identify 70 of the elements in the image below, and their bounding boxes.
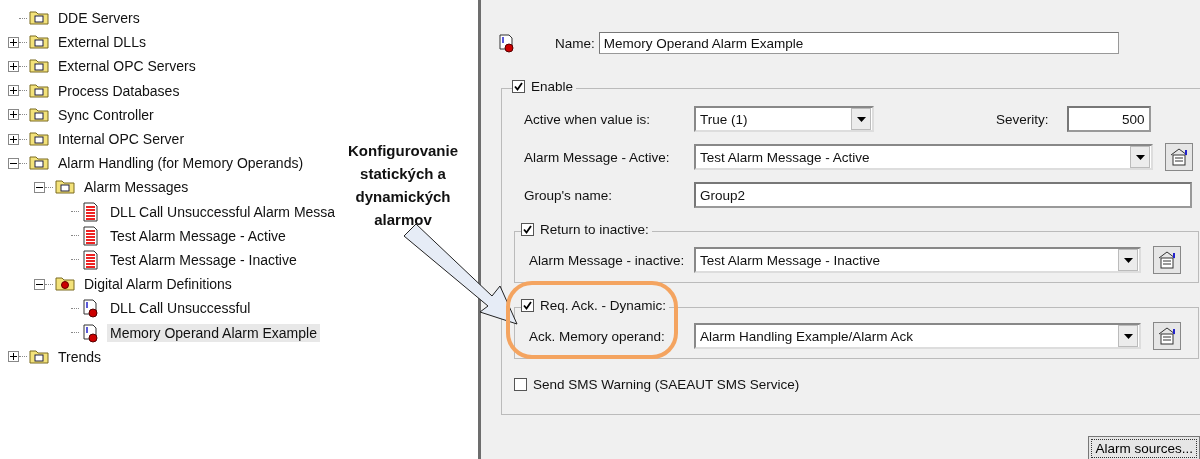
caret-icon <box>1135 154 1145 160</box>
tree-item[interactable]: DDE Servers <box>55 9 143 28</box>
field-label: Alarm Message - Active: <box>524 149 671 165</box>
tree-item[interactable]: DLL Call Unsuccessful <box>107 299 254 318</box>
plus-icon <box>10 135 17 143</box>
expander[interactable] <box>8 60 19 72</box>
group-name-field[interactable]: Group2 <box>694 182 1192 208</box>
tree-item[interactable]: Test Alarm Message - Active <box>107 226 289 245</box>
tree-item[interactable]: Alarm Handling (for Memory Operands) <box>55 154 307 173</box>
plus-icon <box>10 62 17 70</box>
checkmark-icon <box>523 225 532 234</box>
plus-icon <box>10 38 17 46</box>
dropdown[interactable]: Test Alarm Message - Inactive <box>694 247 1141 273</box>
tree-item[interactable]: Internal OPC Server <box>55 130 188 149</box>
document-icon <box>81 201 101 222</box>
dropdown[interactable]: Test Alarm Message - Active <box>694 144 1153 170</box>
alarm-document-icon <box>497 33 517 53</box>
checkbox-label: Req. Ack. - Dynamic: <box>540 298 667 313</box>
alarm-document-icon <box>81 298 101 319</box>
field-label: Alarm Message - inactive: <box>529 252 685 268</box>
tree-item[interactable]: Memory Operand Alarm Example <box>107 323 320 342</box>
checkbox[interactable] <box>512 80 525 93</box>
properties-button[interactable] <box>1153 322 1181 350</box>
caret-icon <box>1123 257 1133 263</box>
expander[interactable] <box>8 85 19 97</box>
expander[interactable] <box>8 133 19 145</box>
checkbox[interactable] <box>521 223 534 236</box>
caret-icon <box>856 116 866 122</box>
checkmark-icon <box>523 301 532 310</box>
checkbox-label: Return to inactive: <box>540 222 649 237</box>
field-label: Severity: <box>996 111 1049 127</box>
plus-icon <box>10 87 17 95</box>
checkbox[interactable] <box>521 299 534 312</box>
alarm-sources-button[interactable]: Alarm sources... <box>1088 436 1200 459</box>
tree-item[interactable]: External DLLs <box>55 33 149 52</box>
expander[interactable] <box>8 36 19 48</box>
checkmark-icon <box>514 82 523 91</box>
dropdown[interactable]: Alarm Handling Example/Alarm Ack <box>694 323 1141 349</box>
plus-icon <box>10 111 17 119</box>
expander[interactable] <box>8 157 19 169</box>
tree-item[interactable]: Trends <box>55 347 105 366</box>
caret-icon <box>1123 333 1133 339</box>
document-icon <box>81 249 101 270</box>
tree-item[interactable]: Process Databases <box>55 81 183 100</box>
tree-item[interactable]: Alarm Messages <box>81 178 192 197</box>
checkbox-label: Send SMS Warning (SAEAUT SMS Service) <box>533 377 800 392</box>
dropdown[interactable]: True (1) <box>694 106 874 132</box>
plus-icon <box>10 353 17 361</box>
tree-item[interactable]: Sync Controller <box>55 105 157 124</box>
tree-item[interactable]: Test Alarm Message - Inactive <box>107 250 300 269</box>
field-label: Ack. Memory operand: <box>529 328 665 344</box>
document-icon <box>81 225 101 246</box>
field-label: Name: <box>555 35 595 51</box>
name-field[interactable]: Memory Operand Alarm Example <box>598 32 1119 54</box>
tree-item[interactable]: DLL Call Unsuccessful Alarm Messa <box>107 202 339 221</box>
expander[interactable] <box>34 278 45 290</box>
annotation-text: Konfigurovanie statických a dynamických alarmov <box>348 141 458 230</box>
field-label: Group's name: <box>524 187 614 203</box>
expander[interactable] <box>8 351 19 363</box>
tree-item[interactable]: Digital Alarm Definitions <box>81 275 235 294</box>
alarm-document-icon <box>81 322 101 343</box>
expander[interactable] <box>34 181 45 193</box>
expander[interactable] <box>8 109 19 121</box>
checkbox-label: Enable <box>531 79 574 94</box>
severity-field[interactable]: 500 <box>1066 106 1151 132</box>
properties-button[interactable] <box>1153 246 1181 274</box>
properties-button[interactable] <box>1165 143 1193 171</box>
field-label: Active when value is: <box>524 111 652 127</box>
tree-item[interactable]: External OPC Servers <box>55 57 199 76</box>
checkbox[interactable] <box>514 378 527 391</box>
